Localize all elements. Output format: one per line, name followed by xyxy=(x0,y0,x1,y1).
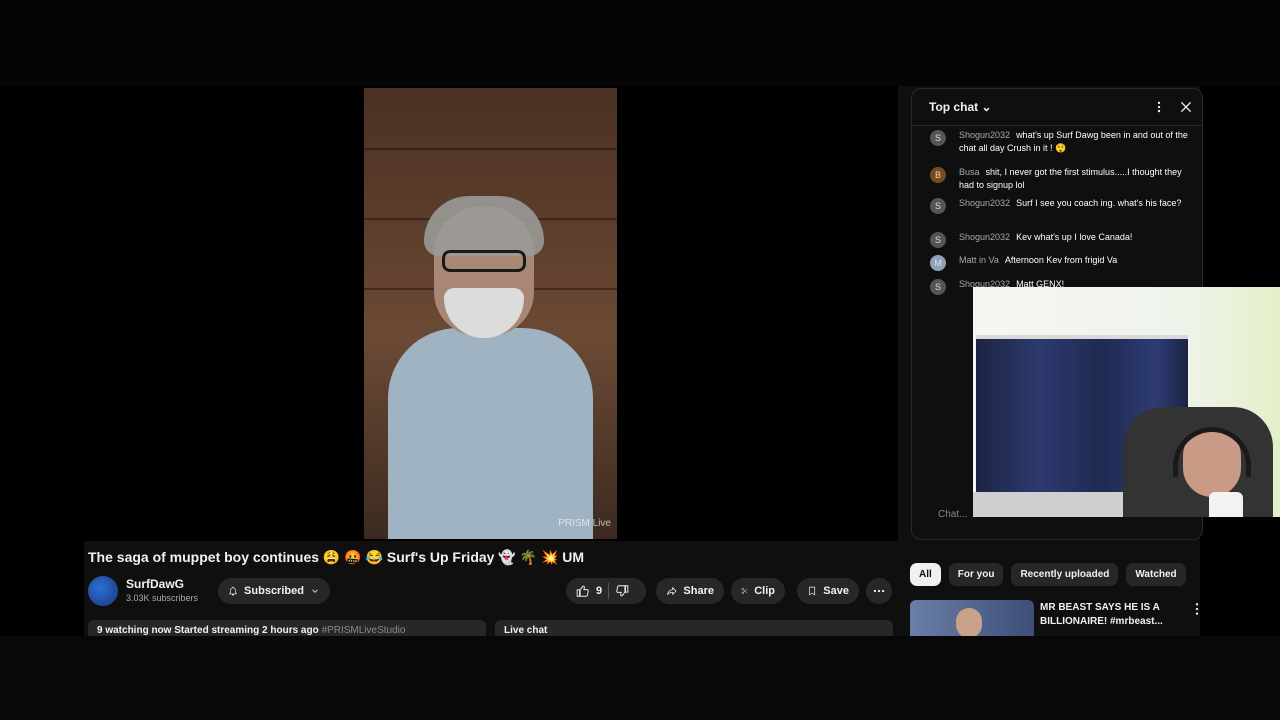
clip-label: Clip xyxy=(754,585,775,597)
chat-message: S Shogun2032 what's up Surf Dawg been in … xyxy=(930,129,1192,155)
chip-recently-uploaded[interactable]: Recently uploaded xyxy=(1011,563,1119,586)
chevron-down-icon: ⌄ xyxy=(981,100,992,114)
chat-menu-icon[interactable] xyxy=(1152,99,1166,115)
person-hair xyxy=(424,196,544,256)
live-chat-label: Live chat xyxy=(504,625,548,636)
thumbs-up-icon[interactable] xyxy=(576,584,590,598)
like-divider xyxy=(608,583,610,599)
chip-for-you[interactable]: For you xyxy=(948,563,1004,586)
subscriber-count: 3.03K subscribers xyxy=(126,593,199,603)
curtain-rod xyxy=(976,335,1188,339)
chat-avatar[interactable]: S xyxy=(930,198,946,214)
chat-text: Surf I see you coach ing. what's his fac… xyxy=(1016,198,1182,208)
like-count[interactable]: 9 xyxy=(596,585,602,597)
mug xyxy=(1209,492,1243,517)
chat-message: B Busa shit, I never got the first stimul… xyxy=(930,166,1192,192)
chip-all[interactable]: All xyxy=(910,563,941,586)
chat-text: Afternoon Kev from frigid Va xyxy=(1004,255,1118,265)
chevron-down-icon xyxy=(312,589,318,593)
chat-author[interactable]: Shogun2032 xyxy=(959,198,1010,208)
stream-stats: 9 watching now Started streaming 2 hours… xyxy=(97,625,319,636)
save-label: Save xyxy=(823,585,849,597)
video-frame[interactable]: PRISM Live xyxy=(364,88,617,539)
subscribed-button[interactable]: Subscribed xyxy=(218,578,330,604)
save-button[interactable]: Save xyxy=(797,578,859,604)
share-icon xyxy=(667,586,677,596)
person-hoodie xyxy=(388,328,593,539)
recommendation-thumbnail[interactable] xyxy=(910,600,1034,636)
top-chat-label: Top chat xyxy=(929,100,979,114)
more-horizontal-icon xyxy=(873,589,885,593)
channel-avatar[interactable] xyxy=(88,576,118,606)
chat-author[interactable]: Shogun2032 xyxy=(959,130,1010,140)
share-button[interactable]: Share xyxy=(656,578,724,604)
subscribed-label: Subscribed xyxy=(244,585,304,597)
chat-message: S Shogun2032 Surf I see you coach ing. wh… xyxy=(930,197,1192,214)
chat-text: shit, I never got the first stimulus....… xyxy=(959,167,1182,190)
chat-text: Kev what's up I love Canada! xyxy=(1016,232,1133,242)
channel-name[interactable]: SurfDawG xyxy=(126,577,184,591)
webcam-overlay xyxy=(973,287,1280,517)
scissors-icon xyxy=(741,588,748,594)
top-letterbox xyxy=(0,0,1280,86)
person-glasses xyxy=(442,250,526,272)
chat-message: S Shogun2032 Kev what's up I love Canada! xyxy=(930,231,1192,248)
chat-author[interactable]: Matt in Va xyxy=(959,255,999,265)
filter-chips: All For you Recently uploaded Watched xyxy=(910,563,1186,586)
video-title: The saga of muppet boy continues 😩 🤬 😂 S… xyxy=(88,549,585,565)
chip-watched[interactable]: Watched xyxy=(1126,563,1186,586)
chat-message: M Matt in Va Afternoon Kev from frigid Va xyxy=(930,254,1192,271)
top-chat-dropdown[interactable]: Top chat ⌄ xyxy=(929,100,992,114)
share-label: Share xyxy=(683,585,714,597)
chat-avatar[interactable]: S xyxy=(930,232,946,248)
chat-avatar[interactable]: S xyxy=(930,279,946,295)
hashtag-link[interactable]: #PRISMLiveStudio xyxy=(322,625,406,636)
thumbs-down-icon[interactable] xyxy=(615,584,629,598)
description-box[interactable]: 9 watching now Started streaming 2 hours… xyxy=(88,620,486,636)
clip-button[interactable]: Clip xyxy=(731,578,785,604)
chat-header: Top chat ⌄ xyxy=(912,89,1202,126)
chat-author[interactable]: Busa xyxy=(959,167,980,177)
close-icon[interactable] xyxy=(1178,99,1194,115)
prism-watermark: PRISM Live xyxy=(558,518,611,529)
chat-avatar[interactable]: B xyxy=(930,167,946,183)
more-actions-button[interactable] xyxy=(866,578,892,604)
bookmark-icon xyxy=(809,586,816,596)
bell-icon xyxy=(229,586,237,596)
wall-plank xyxy=(364,148,617,150)
live-chat-panel-header[interactable]: Live chat xyxy=(495,620,893,636)
thumbnail-face xyxy=(956,608,982,636)
bottom-letterbox xyxy=(0,636,1280,720)
recommendation-title[interactable]: MR BEAST SAYS HE IS A BILLIONAIRE! #mrbe… xyxy=(1040,601,1190,629)
recommendation-menu-icon[interactable] xyxy=(1193,602,1201,616)
chat-author[interactable]: Shogun2032 xyxy=(959,232,1010,242)
like-dislike-group: 9 xyxy=(566,578,646,604)
chat-avatar[interactable]: M xyxy=(930,255,946,271)
chat-avatar[interactable]: S xyxy=(930,130,946,146)
